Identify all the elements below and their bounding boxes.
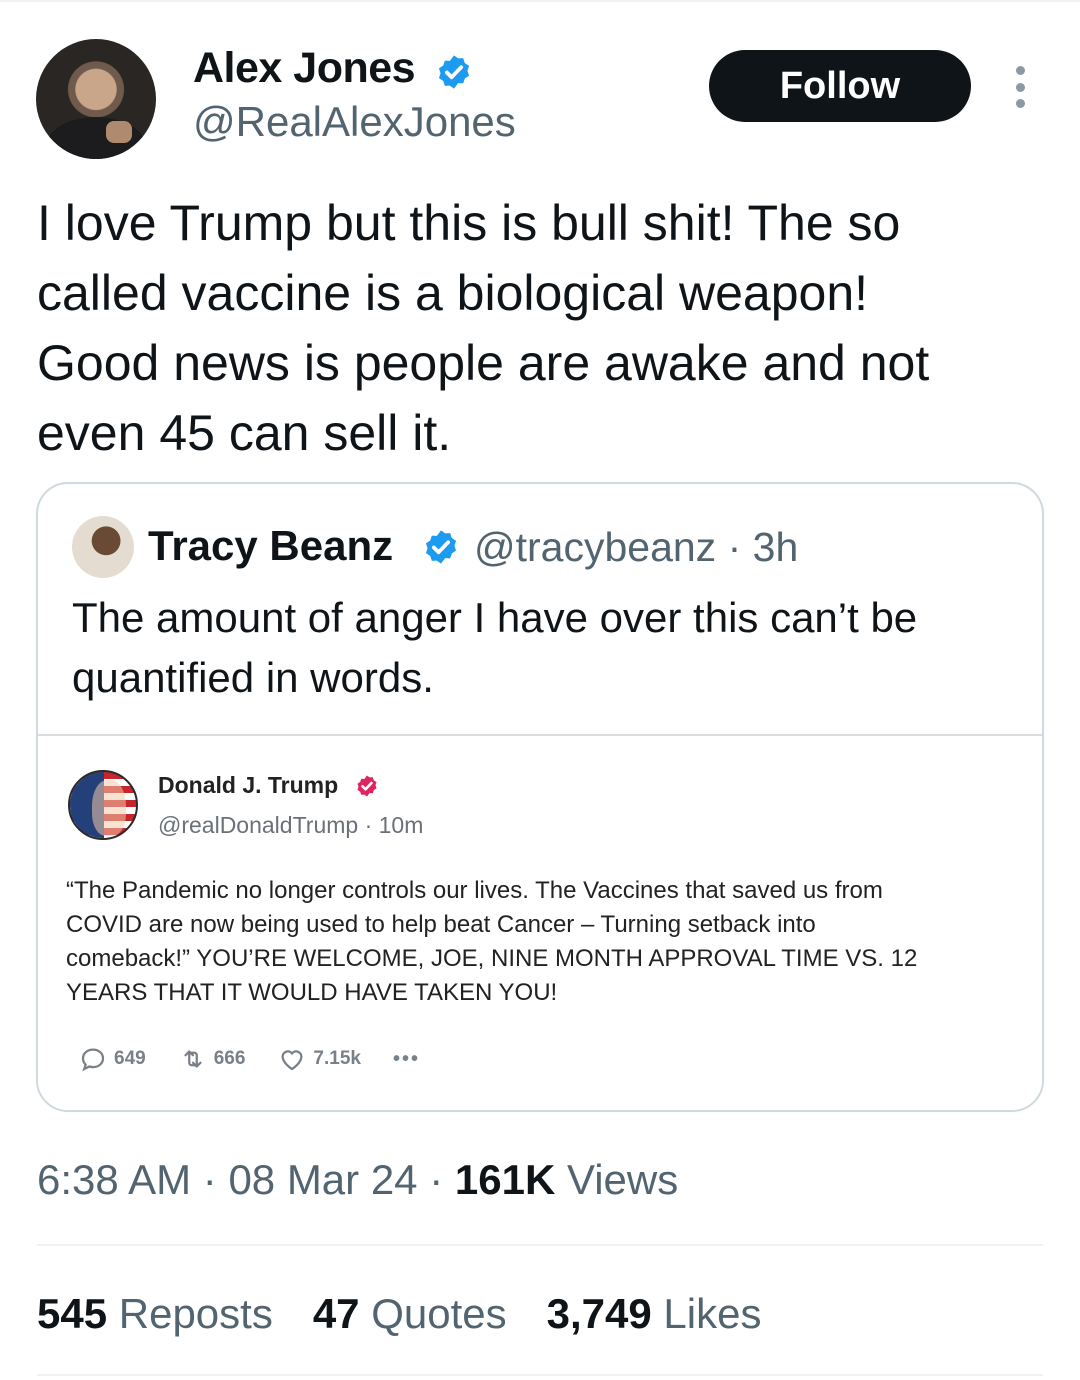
engagement-stats: 545 Reposts 47 Quotes 3,749 Likes [37, 1290, 801, 1338]
follow-button[interactable]: Follow [709, 50, 971, 122]
reply-icon [81, 1048, 105, 1072]
likes-label: Likes [663, 1290, 762, 1337]
quoted-verified-icon [425, 530, 457, 564]
tweet-text: I love Trump but this is bull shit! The … [37, 188, 1047, 468]
verified-icon [438, 55, 470, 89]
likes-stat[interactable]: 3,749 Likes [547, 1290, 762, 1338]
tweet-time[interactable]: 6:38 AM [37, 1156, 191, 1203]
meta-separator: · [364, 812, 379, 838]
embedded-meta: @realDonaldTrump · 10m [158, 812, 423, 839]
repost-icon [184, 1050, 202, 1068]
embedded-like-count: 7.15k [313, 1048, 361, 1069]
embedded-line: comeback!” YOU’RE WELCOME, JOE, NINE MON… [66, 945, 918, 972]
quoted-author-avatar [72, 516, 134, 578]
quoted-author-name: Tracy Beanz [148, 522, 394, 569]
quoted-text: The amount of anger I have over this can… [72, 588, 1022, 708]
quoted-tweet-card[interactable]: Tracy Beanz @tracybeanz · 3h The amount … [36, 482, 1044, 1112]
meta-separator: · [727, 524, 753, 570]
divider [37, 1374, 1043, 1376]
tweet-date[interactable]: 08 Mar 24 [228, 1156, 417, 1203]
embedded-verified-icon [357, 775, 377, 797]
avatar-fist [106, 121, 132, 143]
more-options-icon[interactable] [1008, 66, 1032, 108]
reposts-stat[interactable]: 545 Reposts [37, 1290, 273, 1338]
embedded-like: 7.15k [277, 1044, 361, 1074]
quotes-label: Quotes [371, 1290, 507, 1337]
reposts-label: Reposts [118, 1290, 273, 1337]
avatar-face [92, 780, 126, 836]
embedded-repost: 666 [178, 1044, 246, 1074]
tweet-meta: 6:38 AM · 08 Mar 24 · 161K Views [37, 1156, 678, 1204]
embedded-screenshot: Donald J. Trump @realDonaldTrump · 10m “… [38, 734, 1042, 1110]
heart-icon [281, 1050, 303, 1071]
embedded-action-bar: 649 666 7.15k ••• [78, 1044, 420, 1074]
embedded-reply-count: 649 [114, 1048, 146, 1069]
tweet-line: I love Trump but this is bull shit! The … [37, 195, 901, 251]
more-dot [1015, 66, 1025, 75]
embedded-line: YEARS THAT IT WOULD HAVE TAKEN YOU! [66, 979, 558, 1006]
quotes-stat[interactable]: 47 Quotes [313, 1290, 507, 1338]
author-avatar[interactable] [36, 39, 156, 159]
likes-count: 3,749 [546, 1290, 652, 1337]
embedded-line: COVID are now being used to help beat Ca… [66, 911, 816, 938]
embedded-handle: @realDonaldTrump [158, 812, 359, 838]
quoted-line: quantified in words. [72, 654, 434, 701]
quotes-count: 47 [312, 1290, 360, 1337]
author-name[interactable]: Alex Jones [193, 44, 416, 93]
embedded-more-icon: ••• [392, 1047, 420, 1070]
more-dot [1015, 82, 1025, 92]
views-count: 161K [454, 1156, 556, 1203]
meta-separator: · [202, 1156, 229, 1203]
tweet-line: called vaccine is a biological weapon! [37, 265, 869, 321]
meta-separator: · [429, 1156, 455, 1203]
reposts-count: 545 [37, 1290, 108, 1337]
embedded-author-name: Donald J. Trump [158, 772, 339, 798]
embedded-text: “The Pandemic no longer controls our liv… [66, 874, 1016, 1010]
quoted-time: 3h [752, 524, 799, 570]
top-divider [0, 0, 1080, 2]
more-dot [1015, 99, 1025, 108]
embedded-line: “The Pandemic no longer controls our liv… [66, 877, 883, 904]
quoted-handle: @tracybeanz [474, 524, 717, 570]
embedded-repost-count: 666 [213, 1048, 246, 1069]
quoted-line: The amount of anger I have over this can… [72, 594, 918, 641]
embedded-avatar [68, 770, 138, 840]
author-handle[interactable]: @RealAlexJones [193, 98, 516, 146]
embedded-reply: 649 [78, 1044, 146, 1074]
quoted-meta: @tracybeanz · 3h [474, 524, 798, 571]
embedded-time: 10m [378, 812, 424, 838]
divider [37, 1244, 1043, 1246]
views-label: Views [566, 1156, 679, 1203]
tweet-line: even 45 can sell it. [37, 405, 452, 461]
tweet-line: Good news is people are awake and not [37, 335, 930, 391]
